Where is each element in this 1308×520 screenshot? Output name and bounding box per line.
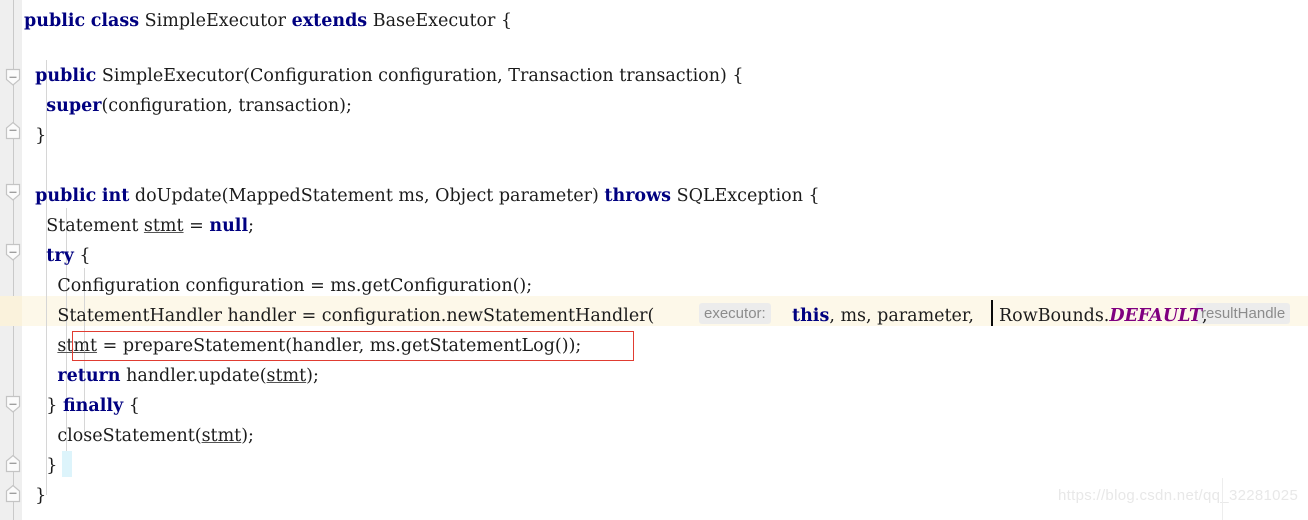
code-token: { — [123, 396, 140, 416]
code-token: SQLException { — [671, 186, 820, 206]
code-token: = — [183, 216, 210, 236]
code-token: ); — [306, 366, 319, 386]
code-line-10[interactable]: Configuration configuration = ms.getConf… — [24, 271, 532, 301]
code-token: throws — [604, 186, 672, 206]
code-token: , ms, parameter, — [829, 306, 974, 326]
code-token: stmt — [266, 366, 307, 386]
code-token: (configuration, transaction); — [101, 96, 352, 116]
code-token: try — [46, 246, 74, 266]
code-token: stmt — [143, 216, 184, 236]
code-token: DEFAULT — [1109, 306, 1203, 326]
code-token: ); — [241, 426, 254, 446]
code-token: extends — [291, 11, 368, 31]
hint-line-args-part2[interactable]: RowBounds.DEFAULT, — [999, 301, 1208, 331]
code-token: SimpleExecutor — [139, 11, 292, 31]
brace-match-highlight-inner — [62, 451, 72, 477]
code-line-15[interactable]: closeStatement(stmt); — [24, 421, 254, 451]
code-line-7[interactable]: public int doUpdate(MappedStatement ms, … — [24, 181, 820, 211]
code-token: BaseExecutor { — [367, 11, 513, 31]
code-line-3[interactable]: public SimpleExecutor(Configuration conf… — [24, 61, 744, 91]
code-token: RowBounds. — [999, 306, 1110, 326]
code-token: stmt — [201, 426, 242, 446]
code-token: } — [24, 456, 58, 476]
code-token: public — [35, 66, 97, 86]
code-token: ; — [248, 216, 255, 236]
code-token: this — [792, 306, 830, 326]
code-line-4[interactable]: super(configuration, transaction); — [24, 91, 352, 121]
code-token: null — [209, 216, 249, 236]
code-token: } — [24, 396, 63, 416]
watermark-text: https://blog.csdn.net/qq_32281025 — [1058, 487, 1299, 504]
inlay-hint-1: resultHandle — [1196, 303, 1291, 324]
code-token: Configuration configuration = ms.getConf… — [24, 276, 533, 296]
code-content[interactable]: public class SimpleExecutor extends Base… — [0, 0, 1308, 520]
code-token: StatementHandler handler = configuration… — [24, 306, 655, 326]
code-token: finally — [62, 396, 124, 416]
code-line-5[interactable]: } — [24, 121, 46, 151]
code-token: public — [35, 186, 97, 206]
code-line-11[interactable]: StatementHandler handler = configuration… — [24, 301, 654, 331]
code-token: class — [90, 11, 140, 31]
code-line-14[interactable]: } finally { — [24, 391, 140, 421]
code-token: { — [73, 246, 91, 266]
code-token: super — [46, 96, 102, 116]
code-token: Statement — [24, 216, 144, 236]
hint-line-args-part1[interactable]: this, ms, parameter, — [792, 301, 974, 331]
code-line-9[interactable]: try { — [24, 241, 90, 271]
code-token: = prepareStatement(handler, ms.getStatem… — [97, 336, 582, 356]
code-token: doUpdate(MappedStatement ms, Object para… — [129, 186, 605, 206]
code-line-16[interactable]: } — [24, 451, 57, 481]
code-line-1[interactable]: public class SimpleExecutor extends Base… — [24, 6, 512, 36]
code-token: return — [57, 366, 121, 386]
code-line-13[interactable]: return handler.update(stmt); — [24, 361, 319, 391]
inlay-hint-0: executor: — [699, 303, 771, 324]
code-token: int — [101, 186, 130, 206]
code-editor[interactable]: public class SimpleExecutor extends Base… — [0, 0, 1308, 520]
code-line-8[interactable]: Statement stmt = null; — [24, 211, 254, 241]
watermark-tick — [1222, 478, 1223, 520]
code-token: public — [24, 11, 86, 31]
code-token: SimpleExecutor(Configuration configurati… — [96, 66, 744, 86]
code-token: , — [1202, 306, 1208, 326]
code-line-12[interactable]: stmt = prepareStatement(handler, ms.getS… — [24, 331, 581, 361]
code-token: stmt — [57, 336, 98, 356]
text-caret — [991, 300, 993, 326]
code-token: handler.update( — [120, 366, 267, 386]
code-token: closeStatement( — [24, 426, 202, 446]
code-token: } — [24, 126, 47, 146]
